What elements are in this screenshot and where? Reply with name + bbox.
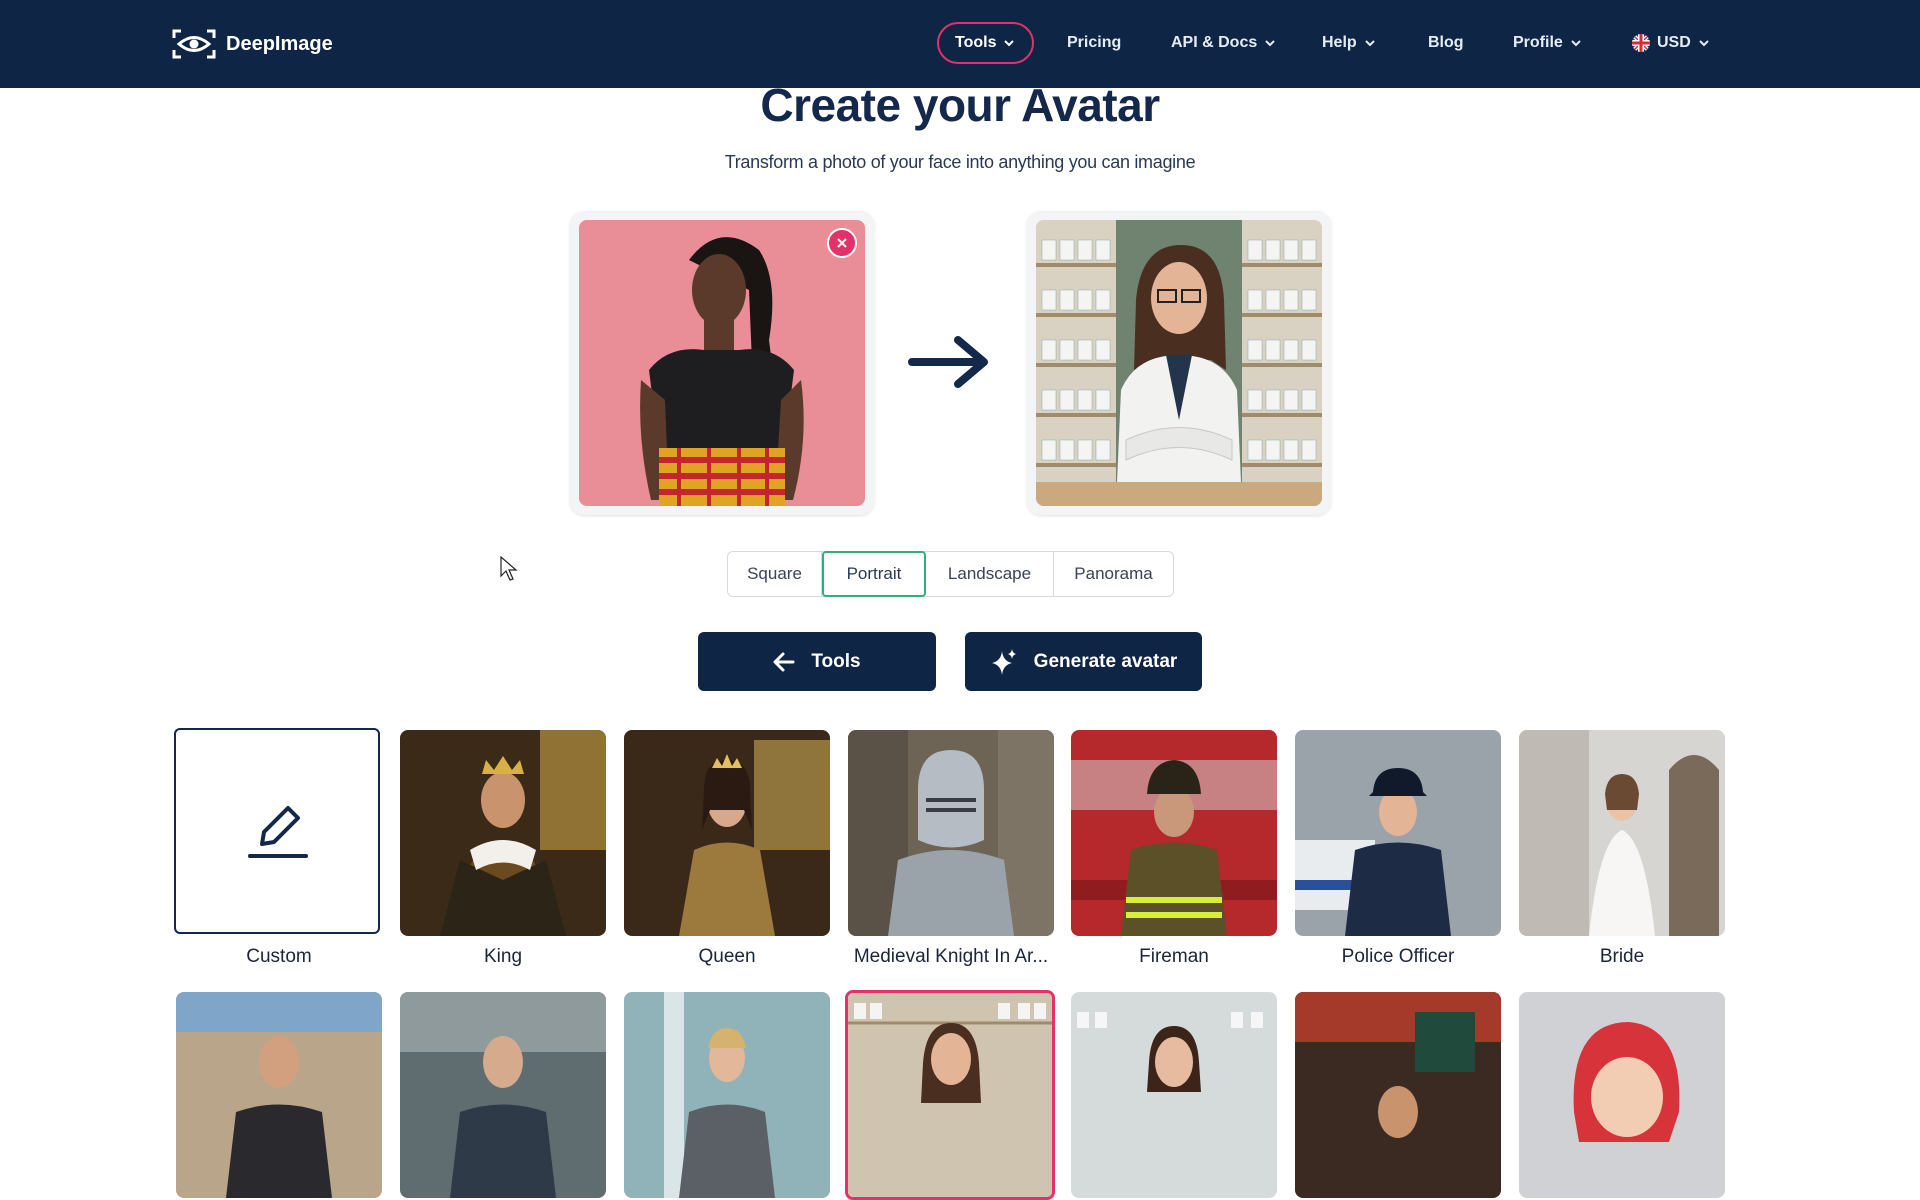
arrow-left-icon [773, 652, 795, 671]
pharmacist-thumbnail-image [848, 993, 1052, 1197]
output-image-card[interactable] [1027, 211, 1331, 515]
businesswoman-image [624, 992, 830, 1198]
style-label-bride: Bride [1599, 946, 1645, 967]
ratio-landscape[interactable]: Landscape [926, 552, 1054, 596]
page-subtitle: Transform a photo of your face into anyt… [724, 152, 1196, 172]
page-title: Create your Avatar [760, 79, 1160, 131]
back-to-tools-button[interactable]: Tools [698, 632, 936, 691]
style-label-police-officer: Police Officer [1341, 946, 1455, 967]
style-tile-row2-2[interactable] [400, 992, 606, 1198]
police-officer-image [1295, 730, 1501, 936]
fireman-image [1071, 730, 1277, 936]
style-tile-queen[interactable] [624, 730, 830, 936]
style-tile-fireman[interactable] [1071, 730, 1277, 936]
doctor-image [1071, 992, 1277, 1198]
style-label-queen: Queen [698, 946, 756, 967]
chevron-down-icon [1699, 40, 1709, 47]
nav-pricing[interactable]: Pricing [1067, 22, 1121, 64]
eye-logo-icon [172, 29, 216, 59]
king-image [400, 730, 606, 936]
generate-avatar-label: Generate avatar [1033, 650, 1178, 672]
ratio-portrait[interactable]: Portrait [822, 551, 926, 597]
output-photo [1036, 220, 1322, 506]
style-tile-king[interactable] [400, 730, 606, 936]
nav-profile-label: Profile [1513, 34, 1563, 51]
chevron-down-icon [1004, 40, 1015, 47]
cafe-image [1295, 992, 1501, 1198]
style-label-custom: Custom [246, 946, 312, 967]
nav-tools[interactable]: Tools [937, 22, 1035, 64]
generate-avatar-button[interactable]: Generate avatar [965, 632, 1202, 691]
style-tile-row2-5[interactable] [1071, 992, 1277, 1198]
businessman-image [400, 992, 606, 1198]
knight-image [848, 730, 1054, 936]
cartoon-redhead-image [1519, 992, 1725, 1198]
style-label-king: King [483, 946, 523, 967]
input-image-card[interactable] [570, 211, 874, 515]
style-tile-row2-7[interactable] [1519, 992, 1725, 1198]
close-icon [837, 238, 847, 248]
nav-profile[interactable]: Profile [1513, 22, 1583, 64]
nav-help-label: Help [1322, 34, 1357, 51]
chevron-down-icon [1364, 40, 1375, 47]
style-tile-row2-pharmacist-selected[interactable] [845, 990, 1055, 1200]
ratio-square[interactable]: Square [728, 552, 822, 596]
uk-flag-icon [1632, 34, 1650, 52]
groom-image [176, 992, 382, 1198]
pencil-icon [248, 806, 308, 858]
style-tile-medieval-knight[interactable] [848, 730, 1054, 936]
nav-currency-label: USD [1657, 34, 1691, 51]
style-tile-row2-3[interactable] [624, 992, 830, 1198]
remove-image-button[interactable] [827, 228, 857, 258]
nav-pricing-label: Pricing [1067, 34, 1122, 51]
brand-name: DeepImage [226, 32, 333, 55]
arrow-right-icon [908, 336, 988, 388]
style-tile-row2-6[interactable] [1295, 992, 1501, 1198]
nav-tools-label: Tools [955, 34, 997, 51]
style-label-medieval-knight: Medieval Knight In Ar... [853, 946, 1049, 967]
nav-help[interactable]: Help [1322, 22, 1377, 64]
top-navbar: DeepImage Tools Pricing API & Docs Help … [0, 0, 1920, 88]
queen-image [624, 730, 830, 936]
style-label-fireman: Fireman [1139, 946, 1209, 967]
nav-api-docs[interactable]: API & Docs [1171, 22, 1277, 64]
nav-currency[interactable]: USD [1631, 22, 1711, 64]
nav-api-docs-label: API & Docs [1171, 34, 1258, 51]
nav-blog[interactable]: Blog [1428, 22, 1464, 64]
style-tile-custom[interactable] [174, 728, 380, 934]
chevron-down-icon [1265, 40, 1275, 47]
sparkle-icon [991, 648, 1016, 675]
nav-blog-label: Blog [1428, 34, 1464, 51]
input-photo [579, 220, 865, 506]
style-tile-row2-1[interactable] [176, 992, 382, 1198]
brand-logo[interactable]: DeepImage [172, 26, 333, 62]
chevron-down-icon [1571, 40, 1581, 47]
mouse-cursor-icon [500, 556, 518, 581]
pharmacist-portrait-image [1036, 220, 1322, 506]
bride-image [1519, 730, 1725, 936]
ratio-panorama[interactable]: Panorama [1054, 552, 1173, 596]
style-tile-bride[interactable] [1519, 730, 1725, 936]
style-tile-police-officer[interactable] [1295, 730, 1501, 936]
back-to-tools-label: Tools [811, 650, 861, 672]
aspect-ratio-selector: Square Portrait Landscape Panorama [727, 551, 1174, 597]
woman-portrait-image [579, 220, 865, 506]
